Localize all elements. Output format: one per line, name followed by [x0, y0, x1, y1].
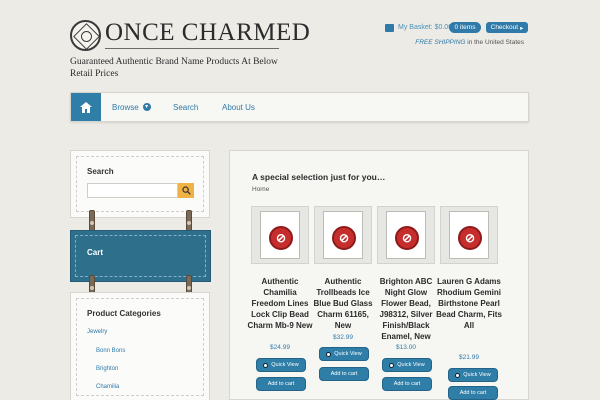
category-link[interactable]: Brighton — [96, 366, 118, 372]
add-to-cart-button[interactable]: Add to cart — [256, 377, 306, 391]
logo-emblem-icon[interactable] — [70, 20, 101, 51]
breadcrumb[interactable]: Home — [252, 186, 269, 193]
product-title[interactable]: Authentic Trollbeads Ice Blue Bud Glass … — [310, 276, 376, 331]
quick-view-label: Quick View — [334, 351, 362, 357]
broken-image-icon: ⊘ — [323, 211, 363, 259]
checkout-button[interactable]: Checkout ▸ — [486, 22, 528, 33]
eye-icon — [326, 351, 332, 357]
product-title[interactable]: Brighton ABC Night Glow Flower Bead, J98… — [373, 276, 439, 342]
product-price: $24.99 — [270, 344, 290, 351]
product-image[interactable]: ⊘ — [251, 206, 309, 264]
quick-view-label: Quick View — [397, 362, 425, 368]
search-input[interactable] — [87, 183, 178, 198]
product-title[interactable]: Authentic Chamilia Freedom Lines Lock Cl… — [247, 276, 313, 331]
category-link[interactable]: Jewelry — [87, 329, 107, 335]
quick-view-label: Quick View — [463, 372, 491, 378]
home-icon — [80, 101, 92, 113]
quick-view-button[interactable]: Quick View — [256, 358, 306, 372]
checkout-label: Checkout — [490, 24, 519, 31]
eye-icon — [263, 362, 269, 368]
product-price: $21.99 — [459, 354, 479, 361]
quick-view-label: Quick View — [271, 362, 299, 368]
product-image[interactable]: ⊘ — [377, 206, 435, 264]
nav-search-label: Search — [173, 102, 199, 112]
product-image[interactable]: ⊘ — [440, 206, 498, 264]
product-price: $32.99 — [333, 334, 353, 341]
broken-image-icon: ⊘ — [449, 211, 489, 259]
basket-icon — [385, 23, 394, 32]
categories-title: Product Categories — [87, 309, 161, 318]
add-to-cart-button[interactable]: Add to cart — [448, 386, 498, 400]
logo-divider — [105, 48, 279, 49]
product-price: $13.00 — [396, 344, 416, 351]
search-icon — [181, 186, 191, 195]
basket-label: My Basket: $0.00 — [398, 24, 453, 31]
quick-view-button[interactable]: Quick View — [319, 347, 369, 361]
search-button[interactable] — [178, 183, 194, 198]
free-shipping-text: in the United States — [465, 39, 524, 46]
cart-widget-title: Cart — [87, 248, 104, 257]
add-to-cart-label: Add to cart — [330, 371, 358, 377]
eye-icon — [455, 372, 461, 378]
product-title[interactable]: Lauren G Adams Rhodium Gemini Birthstone… — [436, 276, 502, 331]
nav-about-us[interactable]: About Us — [222, 93, 255, 121]
section-heading: A special selection just for you… — [252, 172, 386, 182]
add-to-cart-button[interactable]: Add to cart — [319, 367, 369, 381]
site-logo[interactable]: ONCE CHARMED — [105, 19, 310, 47]
nav-about-label: About Us — [222, 102, 255, 112]
free-shipping-note: FREE SHIPPING in the United States — [400, 39, 524, 46]
broken-image-icon: ⊘ — [260, 211, 300, 259]
add-to-cart-label: Add to cart — [393, 381, 421, 387]
add-to-cart-button[interactable]: Add to cart — [382, 377, 432, 391]
category-link[interactable]: Chamilia — [96, 384, 119, 390]
quick-view-button[interactable]: Quick View — [448, 368, 498, 382]
nav-home-button[interactable] — [71, 93, 101, 121]
nav-search[interactable]: Search — [173, 93, 198, 121]
nav-browse[interactable]: Browse ▾ — [112, 93, 151, 121]
free-shipping-emphasis: FREE SHIPPING — [415, 39, 466, 46]
arrow-right-icon: ▸ — [520, 24, 524, 32]
main-navigation: Browse ▾ Search About Us — [70, 92, 529, 122]
nav-browse-label: Browse — [112, 102, 139, 112]
quick-view-button[interactable]: Quick View — [382, 358, 432, 372]
basket-items-badge[interactable]: 0 items — [449, 22, 481, 33]
search-widget-title: Search — [87, 167, 114, 176]
basket-link[interactable]: My Basket: $0.00 — [385, 22, 452, 33]
category-link[interactable]: Bonn Bons — [96, 348, 125, 354]
chevron-down-icon: ▾ — [142, 103, 151, 111]
eye-icon — [389, 362, 395, 368]
broken-image-icon: ⊘ — [386, 211, 426, 259]
site-tagline: Guaranteed Authentic Brand Name Products… — [70, 57, 278, 79]
add-to-cart-label: Add to cart — [459, 390, 487, 396]
add-to-cart-label: Add to cart — [267, 381, 295, 387]
product-image[interactable]: ⊘ — [314, 206, 372, 264]
